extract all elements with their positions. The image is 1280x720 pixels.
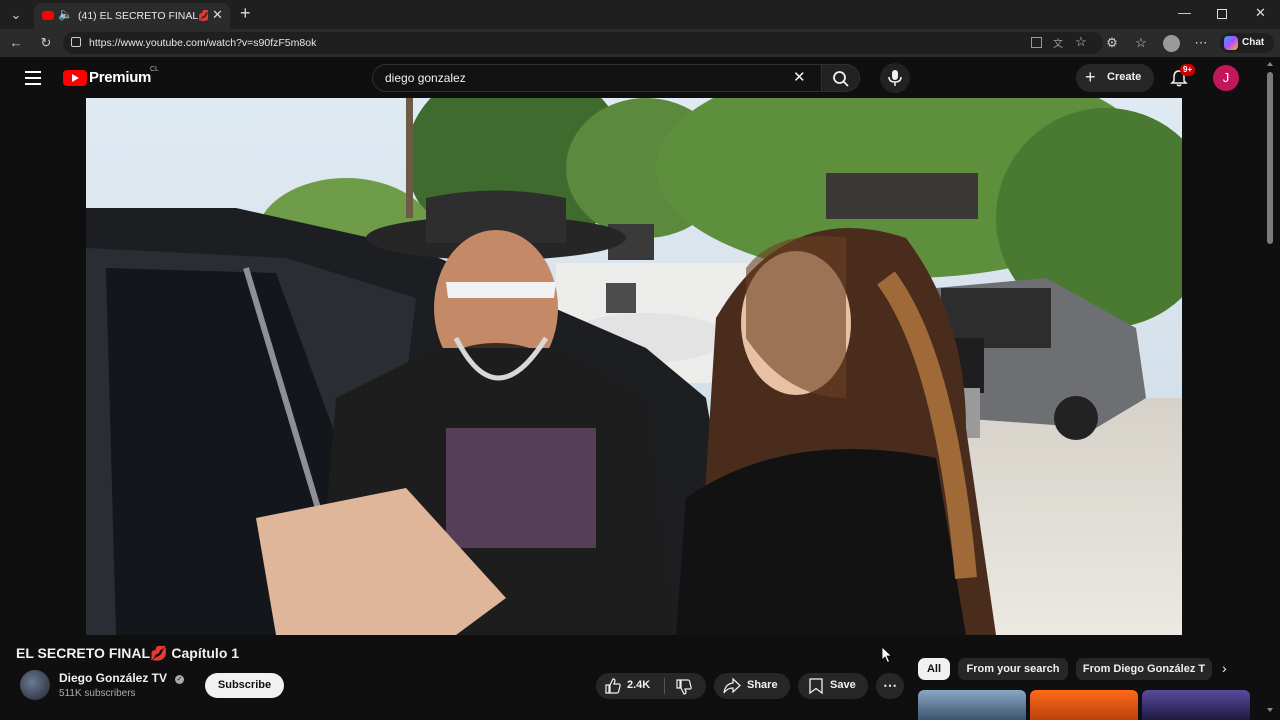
tab-close-icon[interactable]: ✕ [212,7,223,23]
chat-label: Chat [1242,37,1265,48]
like-divider [664,678,665,694]
microphone-icon [888,70,902,86]
url-text: https://www.youtube.com/watch?v=s90fzF5m… [89,37,317,49]
youtube-favicon-icon [42,11,54,20]
mouse-cursor-icon [881,646,893,664]
back-arrow-icon[interactable]: ← [8,35,24,51]
search-icon [833,71,849,87]
hamburger-menu-icon[interactable] [25,71,41,85]
site-info-icon[interactable] [71,37,81,47]
video-player[interactable] [86,98,1182,635]
extensions-icon[interactable]: ⚙ [1104,35,1120,51]
app-available-icon[interactable] [1031,37,1042,48]
tab-title: (41) EL SECRETO FINAL💋 Ca [78,10,208,22]
clear-search-icon[interactable]: ✕ [793,68,806,86]
voice-search-button[interactable] [880,63,910,93]
favorite-star-icon[interactable]: ☆ [1075,34,1087,50]
more-menu-icon[interactable]: ⋯ [1193,35,1209,51]
create-label: Create [1107,71,1142,83]
recommended-thumbnail[interactable] [918,690,1026,720]
youtube-play-logo-icon [63,70,87,86]
recommended-thumbnail[interactable] [1142,690,1250,720]
maximize-icon[interactable] [1217,9,1227,19]
browser-tab[interactable]: 🔈 (41) EL SECRETO FINAL💋 Ca ✕ [34,3,230,29]
save-button[interactable]: Save [798,673,868,699]
subscribe-button[interactable]: Subscribe [205,673,284,698]
copilot-icon [1224,36,1238,50]
translate-icon[interactable]: 文 [1053,35,1063,50]
chip-all[interactable]: All [918,658,950,680]
new-tab-button[interactable]: + [240,3,251,24]
chip-from-channel[interactable]: From Diego González T [1076,658,1212,680]
copilot-chat-button[interactable]: Chat [1220,33,1274,53]
chips-next-chevron-icon[interactable]: › [1222,660,1227,676]
thumbs-up-icon [605,678,621,694]
share-label: Share [747,679,778,691]
speaker-icon[interactable]: 🔈 [58,7,73,21]
video-frame-image [86,98,1182,635]
share-button[interactable]: Share [714,673,790,699]
account-avatar[interactable]: J [1213,65,1239,91]
notifications-button[interactable]: 9+ [1168,64,1196,90]
logo-text: Premium [89,69,152,86]
dislike-button[interactable] [666,673,706,699]
url-field[interactable]: https://www.youtube.com/watch?v=s90fzF5m… [63,32,1103,54]
scroll-up-arrow-icon[interactable] [1267,62,1273,66]
region-code: CL [150,66,159,73]
like-button[interactable]: 2.4K [596,673,662,699]
save-label: Save [830,679,856,691]
video-title: EL SECRETO FINAL💋 Capítulo 1 [16,645,240,661]
notification-badge: 9+ [1180,64,1196,76]
thumbs-down-icon [676,679,692,695]
close-window-icon[interactable]: ✕ [1255,5,1266,21]
reload-icon[interactable]: ↻ [38,35,54,51]
channel-avatar[interactable] [20,670,50,700]
bookmark-icon [809,678,823,694]
scroll-down-arrow-icon[interactable] [1267,708,1273,712]
recommended-thumbnail[interactable] [1030,690,1138,720]
scrollbar-thumb[interactable] [1267,72,1273,244]
search-input[interactable]: diego gonzalez ✕ [372,64,822,92]
tab-list-chevron-icon[interactable]: ⌄ [8,7,24,23]
like-count: 2.4K [627,679,651,691]
create-button[interactable]: + Create [1076,64,1154,92]
chip-from-your-search[interactable]: From your search [958,658,1068,680]
browser-tab-bar: ⌄ 🔈 (41) EL SECRETO FINAL💋 Ca ✕ + — ✕ [0,0,1280,29]
channel-name[interactable]: Diego González TV [59,671,167,685]
plus-icon: + [1085,67,1096,87]
profile-icon[interactable] [1163,35,1180,52]
favorites-icon[interactable]: ☆ [1133,35,1149,51]
share-arrow-icon [723,678,741,694]
verified-check-icon: ✓ [175,675,184,684]
subscriber-count: 511K subscribers [59,688,136,699]
more-actions-button[interactable]: ⋯ [876,673,904,699]
page-scrollbar[interactable] [1266,62,1274,718]
search-query: diego gonzalez [385,71,466,85]
minimize-icon[interactable]: — [1178,5,1191,20]
search-button[interactable] [822,64,860,92]
